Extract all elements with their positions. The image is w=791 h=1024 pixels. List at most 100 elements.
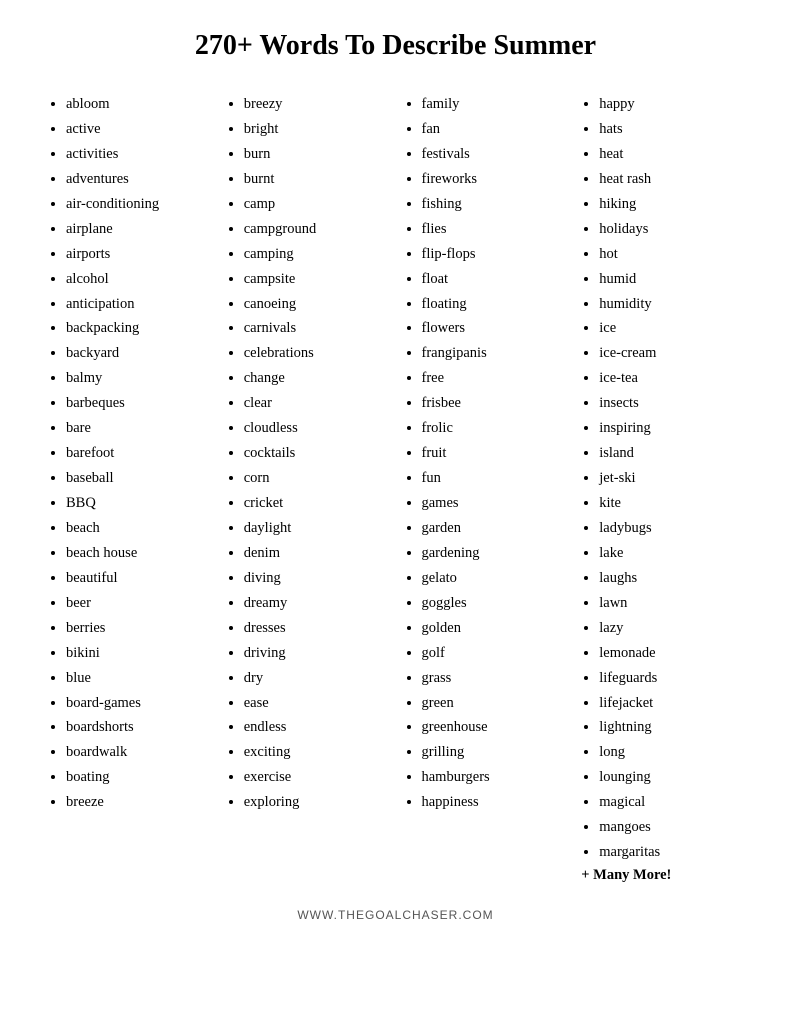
list-item: exciting	[244, 740, 388, 765]
list-item: jet-ski	[599, 466, 743, 491]
list-item: camping	[244, 242, 388, 267]
list-item: grilling	[422, 740, 566, 765]
list-item: heat	[599, 142, 743, 167]
list-item: fruit	[422, 441, 566, 466]
list-item: carnivals	[244, 316, 388, 341]
list-item: exercise	[244, 765, 388, 790]
list-item: floating	[422, 292, 566, 317]
list-item: goggles	[422, 591, 566, 616]
list-item: corn	[244, 466, 388, 491]
list-item: lifejacket	[599, 691, 743, 716]
list-item: humid	[599, 267, 743, 292]
list-item: holidays	[599, 217, 743, 242]
list-item: backpacking	[66, 316, 210, 341]
list-item: hats	[599, 117, 743, 142]
list-item: active	[66, 117, 210, 142]
list-item: golden	[422, 616, 566, 641]
list-item: dresses	[244, 616, 388, 641]
list-item: beach	[66, 516, 210, 541]
list-item: backyard	[66, 341, 210, 366]
list-item: abloom	[66, 92, 210, 117]
list-item: fan	[422, 117, 566, 142]
list-item: hot	[599, 242, 743, 267]
list-item: garden	[422, 516, 566, 541]
list-item: change	[244, 366, 388, 391]
list-item: barefoot	[66, 441, 210, 466]
list-item: clear	[244, 391, 388, 416]
list-item: bright	[244, 117, 388, 142]
list-item: boardwalk	[66, 740, 210, 765]
list-item: board-games	[66, 691, 210, 716]
list-item: balmy	[66, 366, 210, 391]
list-item: campsite	[244, 267, 388, 292]
list-item: ice	[599, 316, 743, 341]
list-item: frolic	[422, 416, 566, 441]
list-item: flies	[422, 217, 566, 242]
list-item: festivals	[422, 142, 566, 167]
list-item: endless	[244, 715, 388, 740]
list-item: grass	[422, 666, 566, 691]
list-item: alcohol	[66, 267, 210, 292]
list-item: happy	[599, 92, 743, 117]
list-item: beautiful	[66, 566, 210, 591]
list-item: daylight	[244, 516, 388, 541]
list-item: berries	[66, 616, 210, 641]
list-item: gelato	[422, 566, 566, 591]
footer-url: WWW.THEGOALCHASER.COM	[40, 908, 751, 922]
list-item: exploring	[244, 790, 388, 815]
list-item: cocktails	[244, 441, 388, 466]
list-item: flowers	[422, 316, 566, 341]
list-item: BBQ	[66, 491, 210, 516]
list-item: dreamy	[244, 591, 388, 616]
list-item: celebrations	[244, 341, 388, 366]
list-item: green	[422, 691, 566, 716]
list-item: fireworks	[422, 167, 566, 192]
column-3: familyfanfestivalsfireworksfishingfliesf…	[396, 92, 574, 884]
list-item: bikini	[66, 641, 210, 666]
word-list-3: familyfanfestivalsfireworksfishingfliesf…	[404, 92, 566, 815]
list-item: humidity	[599, 292, 743, 317]
list-item: greenhouse	[422, 715, 566, 740]
column-1: abloomactiveactivitiesadventuresair-cond…	[40, 92, 218, 884]
list-item: lazy	[599, 616, 743, 641]
list-item: hamburgers	[422, 765, 566, 790]
list-item: ease	[244, 691, 388, 716]
word-list-2: breezybrightburnburntcampcampgroundcampi…	[226, 92, 388, 815]
list-item: laughs	[599, 566, 743, 591]
list-item: flip-flops	[422, 242, 566, 267]
word-columns: abloomactiveactivitiesadventuresair-cond…	[40, 92, 751, 884]
list-item: lifeguards	[599, 666, 743, 691]
list-item: fishing	[422, 192, 566, 217]
list-item: dry	[244, 666, 388, 691]
list-item: lawn	[599, 591, 743, 616]
list-item: inspiring	[599, 416, 743, 441]
list-item: boating	[66, 765, 210, 790]
list-item: breezy	[244, 92, 388, 117]
list-item: blue	[66, 666, 210, 691]
list-item: anticipation	[66, 292, 210, 317]
list-item: insects	[599, 391, 743, 416]
list-item: adventures	[66, 167, 210, 192]
list-item: family	[422, 92, 566, 117]
column-4: happyhatsheatheat rashhikingholidayshoth…	[573, 92, 751, 884]
list-item: burn	[244, 142, 388, 167]
list-item: cloudless	[244, 416, 388, 441]
list-item: activities	[66, 142, 210, 167]
list-item: island	[599, 441, 743, 466]
list-item: breeze	[66, 790, 210, 815]
list-item: diving	[244, 566, 388, 591]
list-item: golf	[422, 641, 566, 666]
list-item: driving	[244, 641, 388, 666]
list-item: airplane	[66, 217, 210, 242]
list-item: free	[422, 366, 566, 391]
column-2: breezybrightburnburntcampcampgroundcampi…	[218, 92, 396, 884]
list-item: mangoes	[599, 815, 743, 840]
list-item: float	[422, 267, 566, 292]
list-item: long	[599, 740, 743, 765]
list-item: air-conditioning	[66, 192, 210, 217]
list-item: burnt	[244, 167, 388, 192]
list-item: hiking	[599, 192, 743, 217]
list-item: beer	[66, 591, 210, 616]
list-item: lemonade	[599, 641, 743, 666]
list-item: denim	[244, 541, 388, 566]
